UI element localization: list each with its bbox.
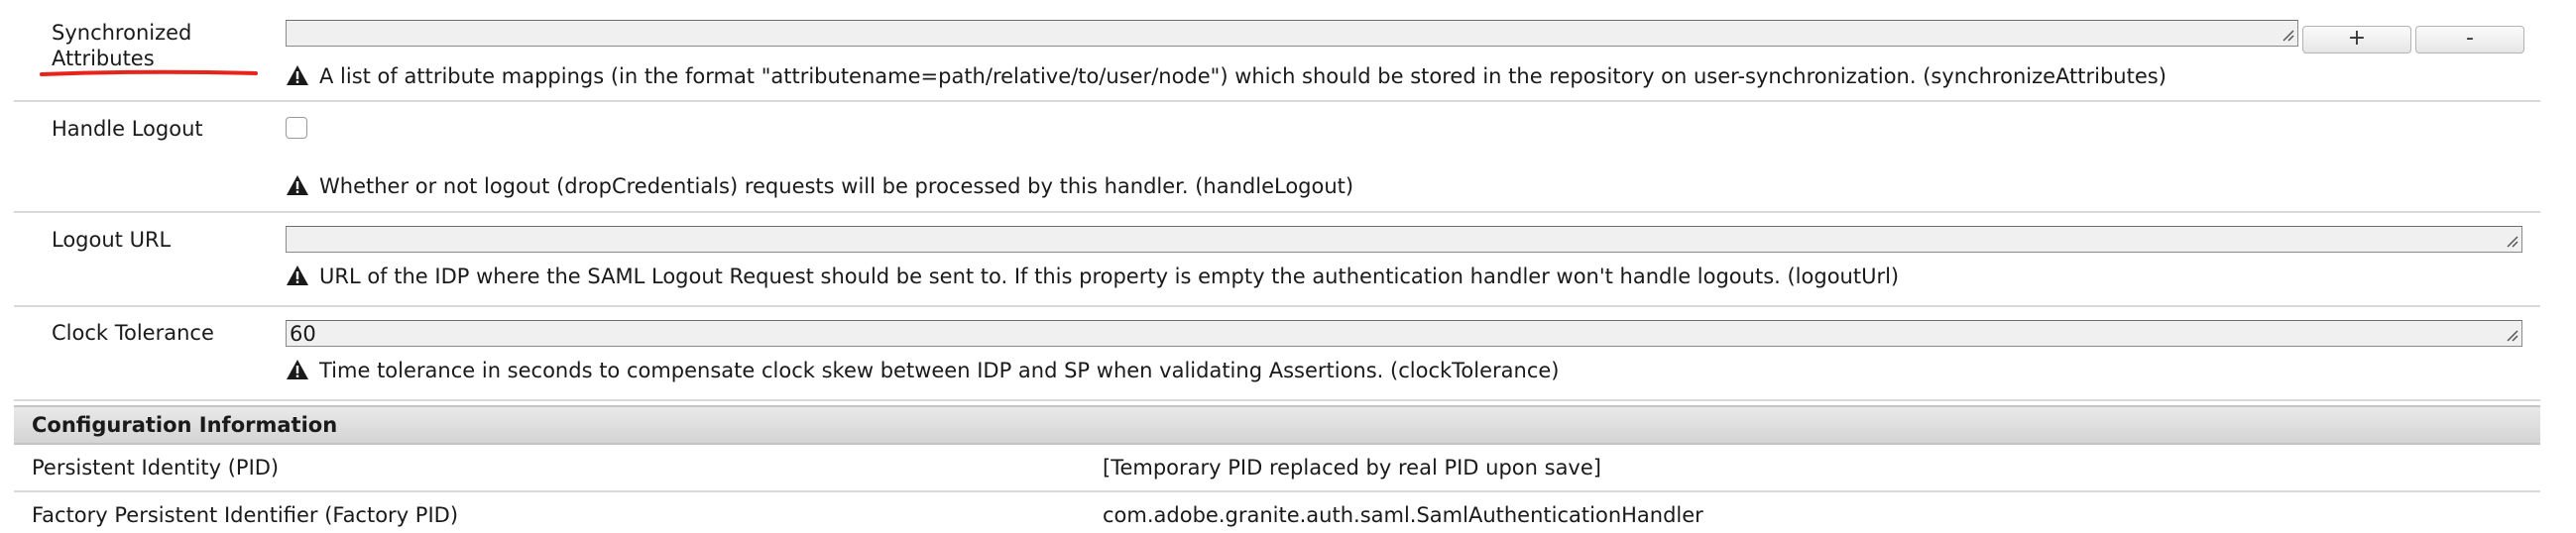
section-title: Configuration Information: [32, 413, 338, 437]
resize-grip-icon[interactable]: [2505, 328, 2518, 342]
description-text: URL of the IDP where the SAML Logout Req…: [319, 265, 1900, 288]
warning-icon: [287, 266, 308, 285]
config-info-row: Persistent Identity (PID) [Temporary PID…: [14, 445, 2540, 492]
config-info-row: Factory Persistent Identifier (Factory P…: [14, 492, 2540, 533]
description-text: Whether or not logout (dropCredentials) …: [319, 174, 1354, 198]
description-text: A list of attribute mappings (in the for…: [319, 64, 2166, 88]
property-description: A list of attribute mappings (in the for…: [286, 63, 2166, 89]
synchronize-attributes-textarea[interactable]: [286, 20, 2298, 47]
add-value-button[interactable]: +: [2302, 26, 2411, 53]
property-description: URL of the IDP where the SAML Logout Req…: [286, 264, 1899, 289]
property-label: Clock Tolerance: [52, 321, 214, 345]
resize-grip-icon[interactable]: [2281, 28, 2294, 42]
config-info-key: Factory Persistent Identifier (Factory P…: [32, 503, 459, 527]
property-label: Handle Logout: [52, 117, 203, 141]
property-row-handle-logout: Handle Logout Whether or not logout (dro…: [14, 104, 2540, 213]
property-description: Time tolerance in seconds to compensate …: [286, 358, 1559, 383]
configuration-information-header: Configuration Information: [14, 405, 2540, 445]
property-row-clock-tolerance: Clock Tolerance 60 Time tolerance in sec…: [14, 309, 2540, 401]
logout-url-textarea[interactable]: [286, 226, 2522, 253]
config-info-value: com.adobe.granite.auth.saml.SamlAuthenti…: [1103, 503, 1703, 527]
property-label: Logout URL: [52, 228, 172, 252]
property-row-synchronize-attributes: Synchronized Attributes + - A list of at…: [14, 0, 2540, 102]
warning-icon: [287, 65, 308, 85]
property-row-logout-url: Logout URL URL of the IDP where the SAML…: [14, 215, 2540, 307]
resize-grip-icon[interactable]: [2505, 234, 2518, 248]
property-label: Synchronized Attributes: [52, 20, 191, 71]
clock-tolerance-textarea[interactable]: 60: [286, 320, 2522, 347]
handle-logout-checkbox[interactable]: [286, 117, 307, 139]
config-info-value: [Temporary PID replaced by real PID upon…: [1103, 456, 1601, 480]
property-description: Whether or not logout (dropCredentials) …: [286, 173, 1353, 199]
property-label-line1: Synchronized: [52, 21, 192, 45]
config-info-key: Persistent Identity (PID): [32, 456, 280, 480]
remove-value-button[interactable]: -: [2415, 26, 2524, 53]
warning-icon: [287, 175, 308, 195]
description-text: Time tolerance in seconds to compensate …: [319, 359, 1560, 382]
warning-icon: [287, 360, 308, 379]
annotation-underline: [40, 69, 258, 76]
